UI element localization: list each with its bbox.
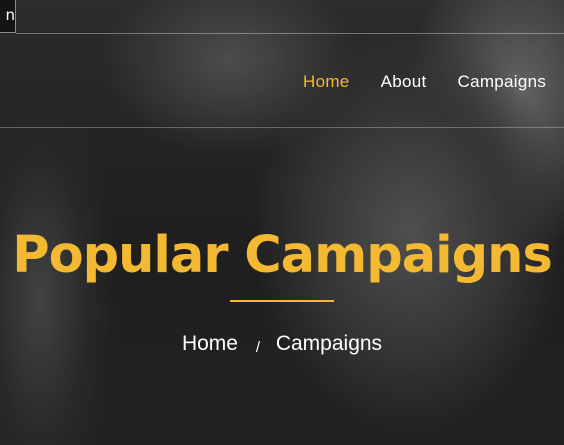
breadcrumb-home-link[interactable]: Home	[182, 332, 238, 355]
nav-item-about[interactable]: About	[381, 72, 427, 96]
page-title: Popular Campaigns	[12, 226, 553, 285]
top-bar-button-label: n	[5, 6, 15, 24]
breadcrumb-separator: /	[255, 339, 260, 356]
top-bar-button[interactable]: n	[0, 0, 16, 33]
nav-item-campaigns[interactable]: Campaigns	[458, 72, 547, 96]
main-nav: Home About Campaigns	[303, 72, 546, 96]
title-underline	[230, 300, 334, 302]
nav-item-home[interactable]: Home	[303, 72, 350, 96]
top-bar-divider	[16, 33, 564, 34]
nav-divider	[0, 127, 564, 128]
breadcrumb-current: Campaigns	[275, 332, 383, 355]
breadcrumb: Home / Campaigns	[0, 332, 564, 356]
